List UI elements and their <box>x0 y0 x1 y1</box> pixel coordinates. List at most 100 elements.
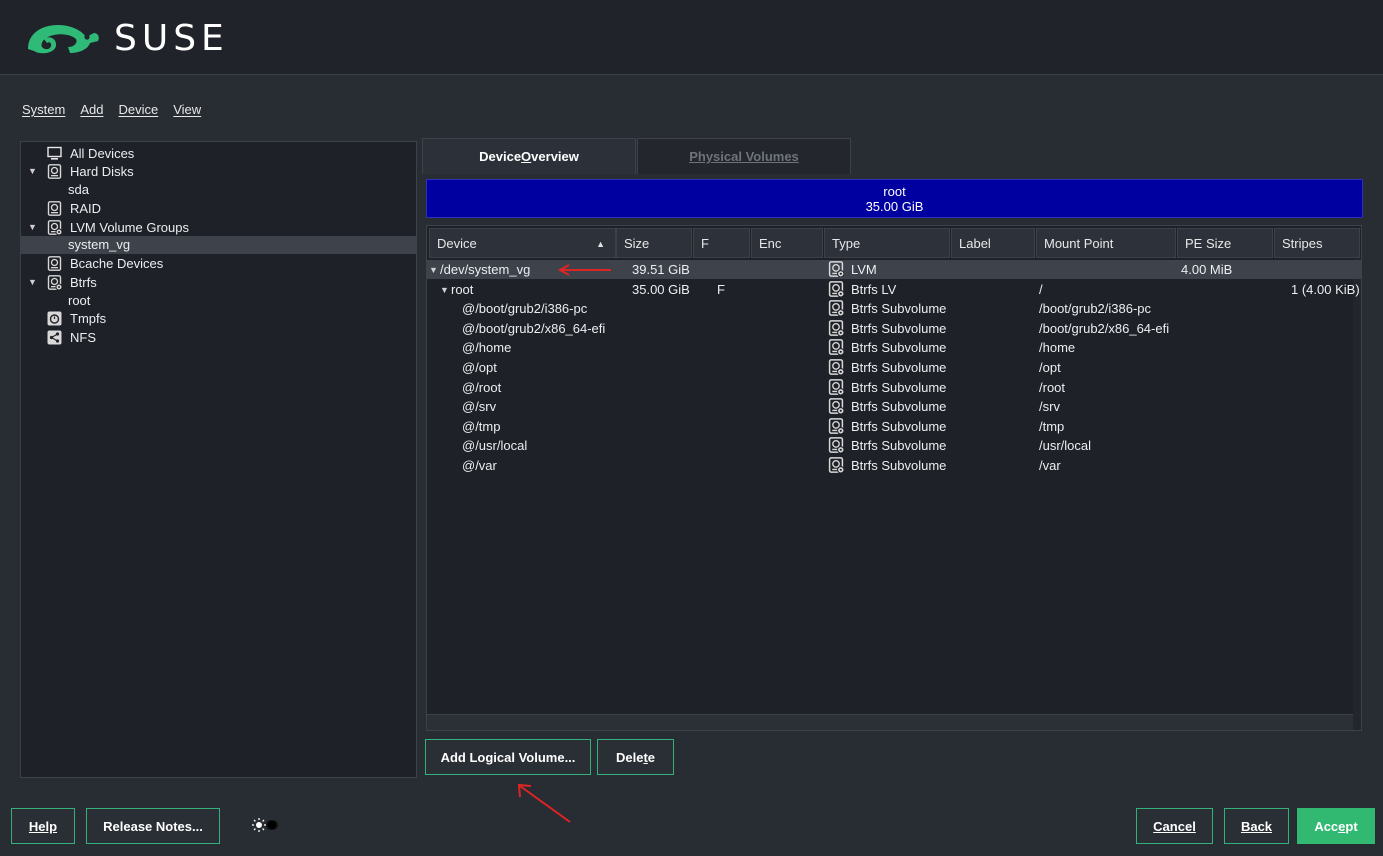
subvolume-icon <box>828 319 844 336</box>
subvolume-icon <box>828 339 844 356</box>
cell-mount-point: /usr/local <box>1039 438 1092 454</box>
cell-type: Btrfs Subvolume <box>851 320 947 336</box>
sort-ascending-icon: ▲ <box>596 239 605 249</box>
menu-add[interactable]: Add <box>80 102 103 117</box>
column-header-pe-size[interactable]: PE Size <box>1177 228 1273 258</box>
cell-device: @/opt <box>462 360 497 375</box>
cell-type: Btrfs Subvolume <box>851 438 947 454</box>
cell-type: Btrfs Subvolume <box>851 340 947 356</box>
table-row[interactable]: @/boot/grub2/i386-pc Btrfs Subvolume/boot… <box>427 299 1361 318</box>
column-header-size[interactable]: Size <box>616 228 692 258</box>
column-header-enc[interactable]: Enc <box>751 228 823 258</box>
tree-item-root[interactable]: root <box>21 292 416 310</box>
cell-type: Btrfs LV <box>851 281 897 297</box>
menu-bar: System Add Device View <box>22 102 201 117</box>
tree-item-label: Hard Disks <box>70 164 134 179</box>
table-row[interactable]: @/var Btrfs Subvolume/var <box>427 456 1361 475</box>
lvm-icon <box>47 220 62 235</box>
tree-item-lvm-volume-groups[interactable]: ▼ LVM Volume Groups <box>21 219 416 237</box>
tree-item-hard-disks[interactable]: ▼ Hard Disks <box>21 163 416 181</box>
table-row[interactable]: @/opt Btrfs Subvolume/opt <box>427 358 1361 377</box>
tab-physical-volumes[interactable]: Physical Volumes <box>637 138 851 174</box>
tree-item-sda[interactable]: sda <box>21 181 416 199</box>
expander-arrow-icon[interactable]: ▼ <box>429 265 438 275</box>
cell-device: root <box>451 281 474 297</box>
sun-icon <box>252 818 278 832</box>
suse-logo: SUSE <box>24 16 229 60</box>
expander-arrow-icon[interactable]: ▼ <box>28 166 37 176</box>
subvolume-icon <box>828 457 844 473</box>
delete-button[interactable]: Dele t e <box>597 739 674 775</box>
cell-type: Btrfs Subvolume <box>851 418 947 434</box>
cell-mount-point: /var <box>1039 458 1061 473</box>
column-header-f[interactable]: F <box>693 228 750 258</box>
cell-type: LVM <box>851 262 877 277</box>
tree-item-tmpfs[interactable]: Tmpfs <box>21 310 416 328</box>
tree-item-label: All Devices <box>70 146 135 161</box>
tree-item-label: NFS <box>70 330 96 345</box>
menu-device[interactable]: Device <box>118 102 158 117</box>
cell-mount-point: /boot/grub2/i386-pc <box>1039 301 1152 317</box>
accept-button[interactable]: Acc e pt <box>1297 808 1375 844</box>
subvolume-icon <box>828 437 844 454</box>
cell-mount-point: /home <box>1039 340 1076 356</box>
tree-item-label: system_vg <box>68 237 131 252</box>
column-header-type[interactable]: Type <box>824 228 950 258</box>
cell-device: @/boot/grub2/i386-pc <box>462 301 588 317</box>
tree-item-label: Tmpfs <box>70 311 107 326</box>
tree-item-label: RAID <box>70 201 102 216</box>
expander-arrow-icon[interactable]: ▼ <box>28 222 37 232</box>
table-row[interactable]: @/boot/grub2/x86_64-efi Btrfs Subvolume/b… <box>427 319 1361 338</box>
table-row[interactable]: ▼/dev/system_vg 39.51 GiB LVM 4.00 MiB <box>427 260 1361 279</box>
cell-size: 39.51 GiB <box>632 262 690 277</box>
cell-mount-point: /srv <box>1039 399 1060 415</box>
column-header-mount-point[interactable]: Mount Point <box>1036 228 1176 258</box>
tree-item-nfs[interactable]: NFS <box>21 329 416 347</box>
tree-item-all-devices[interactable]: All Devices <box>21 145 416 163</box>
cell-type: Btrfs Subvolume <box>851 360 947 375</box>
table-header: Device ▲ Size F Enc Type Label Mount Point PE Si… <box>427 226 1361 259</box>
cell-size: 35.00 GiB <box>632 281 690 297</box>
table-row[interactable]: @/root Btrfs Subvolume/root <box>427 378 1361 397</box>
btrfs-icon <box>47 275 62 290</box>
device-table[interactable]: Device ▲ Size F Enc Type Label Mount Point PE Si… <box>426 225 1362 731</box>
tree-item-raid[interactable]: RAID <box>21 200 416 218</box>
tree-item-system-vg[interactable]: system_vg <box>21 236 416 254</box>
cell-device: @/srv <box>462 399 497 415</box>
table-row[interactable]: ▼ root 35.00 GiB F Btrfs LV / 1 (4.00 KiB) <box>427 280 1361 299</box>
cell-device: @/usr/local <box>462 438 528 454</box>
column-header-stripes[interactable]: Stripes <box>1274 228 1360 258</box>
subvolume-icon <box>828 378 844 395</box>
cell-type: Btrfs Subvolume <box>851 458 947 473</box>
column-header-label[interactable]: Label <box>951 228 1035 258</box>
cell-device: @/boot/grub2/x86_64-efi <box>462 320 606 336</box>
table-row[interactable]: @/home Btrfs Subvolume/home <box>427 338 1361 357</box>
menu-view[interactable]: View <box>173 102 201 117</box>
table-row[interactable]: @/usr/local Btrfs Subvolume/usr/local <box>427 436 1361 455</box>
subvolume-icon <box>828 417 844 434</box>
cancel-button[interactable]: Cancel <box>1136 808 1213 844</box>
theme-toggle[interactable] <box>251 817 279 833</box>
back-button[interactable]: Back <box>1224 808 1289 844</box>
horizontal-scrollbar[interactable] <box>427 714 1353 730</box>
cell-format-flag: F <box>717 281 725 297</box>
chameleon-icon <box>28 25 99 54</box>
summary-device-size: 35.00 GiB <box>865 198 924 214</box>
release-notes-button[interactable]: Release Notes... <box>86 808 220 844</box>
tab-device-overview[interactable]: Device Overview <box>422 138 636 174</box>
table-row[interactable]: @/srv Btrfs Subvolume/srv <box>427 397 1361 416</box>
cell-device: @/tmp <box>462 418 501 434</box>
add-logical-volume-button[interactable]: Add Logical Volume... <box>425 739 591 775</box>
device-tree[interactable]: All Devices ▼ Hard Disks sda RAID ▼ LVM Volume… <box>20 141 417 778</box>
menu-system[interactable]: System <box>22 102 65 117</box>
expander-arrow-icon[interactable]: ▼ <box>440 285 449 295</box>
tree-item-btrfs[interactable]: ▼ Btrfs <box>21 274 416 292</box>
summary-device-name: root <box>883 183 906 199</box>
tree-item-label: sda <box>68 182 89 197</box>
table-row[interactable]: @/tmp Btrfs Subvolume/tmp <box>427 417 1361 436</box>
help-button[interactable]: Help <box>11 808 75 844</box>
column-header-device[interactable]: Device ▲ <box>429 228 616 258</box>
cell-device: /dev/system_vg <box>440 262 531 277</box>
expander-arrow-icon[interactable]: ▼ <box>28 277 37 287</box>
tree-item-bcache-devices[interactable]: Bcache Devices <box>21 255 416 273</box>
